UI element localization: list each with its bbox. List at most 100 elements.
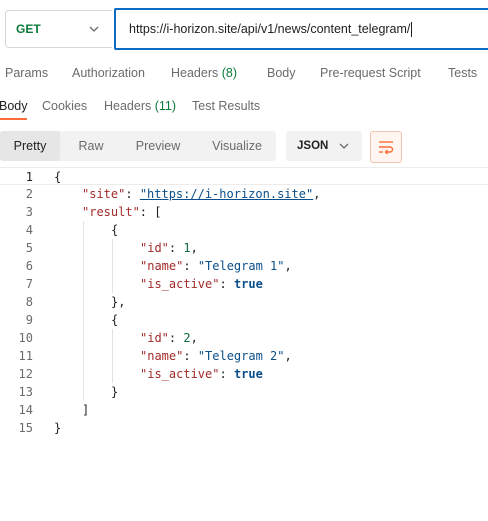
json-key: "is_active" bbox=[140, 367, 220, 381]
json-number: 1 bbox=[183, 241, 191, 255]
code-text: { bbox=[111, 221, 118, 239]
code-text: "site": "https://i-horizon.site", bbox=[82, 185, 320, 203]
json-punctuation: : bbox=[168, 331, 184, 345]
line-number: 1 bbox=[25, 170, 33, 184]
format-select[interactable]: JSON bbox=[286, 131, 362, 161]
code-text: "name": "Telegram 1", bbox=[140, 257, 292, 275]
indent-guide bbox=[112, 329, 113, 383]
active-tab-indicator bbox=[0, 118, 27, 120]
view-raw-button[interactable]: Raw bbox=[62, 131, 120, 161]
code-text: { bbox=[111, 311, 118, 329]
json-punctuation: { bbox=[54, 170, 62, 184]
code-line: 2 "site": "https://i-horizon.site", bbox=[0, 185, 488, 203]
json-punctuation: { bbox=[111, 313, 119, 327]
code-text: "is_active": true bbox=[140, 365, 263, 383]
method-select[interactable]: GET bbox=[5, 10, 112, 48]
method-label: GET bbox=[16, 22, 41, 36]
json-key: "id" bbox=[140, 331, 169, 345]
chevron-down-icon bbox=[339, 143, 349, 149]
view-visualize-button[interactable]: Visualize bbox=[198, 131, 276, 161]
code-line: 3 "result": [ bbox=[0, 203, 488, 221]
tab-test-results[interactable]: Test Results bbox=[192, 99, 260, 113]
json-punctuation: : bbox=[168, 241, 184, 255]
code-text: }, bbox=[111, 293, 125, 311]
json-punctuation: : bbox=[219, 367, 234, 381]
tab-params[interactable]: Params bbox=[5, 66, 48, 80]
line-number: 5 bbox=[25, 241, 33, 255]
json-string: "Telegram 1" bbox=[197, 259, 285, 273]
response-headers-count: (11) bbox=[154, 99, 177, 113]
line-number: 10 bbox=[18, 331, 33, 345]
json-number: 2 bbox=[183, 331, 191, 345]
json-punctuation: } bbox=[54, 421, 62, 435]
code-text: } bbox=[54, 419, 61, 437]
wrap-lines-button[interactable] bbox=[370, 131, 402, 163]
indent-guide bbox=[112, 239, 113, 293]
json-punctuation: : bbox=[219, 277, 234, 291]
indent-guide bbox=[83, 221, 84, 401]
json-key: "is_active" bbox=[140, 277, 220, 291]
tab-tests[interactable]: Tests bbox=[448, 66, 477, 80]
code-line: 13} bbox=[0, 383, 488, 401]
code-line: 10 "id": 2, bbox=[0, 329, 488, 347]
code-line: 14] bbox=[0, 401, 488, 419]
format-label: JSON bbox=[297, 140, 329, 152]
json-punctuation: : bbox=[183, 259, 198, 273]
json-punctuation: } bbox=[111, 385, 119, 399]
tab-cookies[interactable]: Cookies bbox=[42, 99, 87, 113]
code-line: 7 "is_active": true bbox=[0, 275, 488, 293]
line-number: 15 bbox=[18, 421, 33, 435]
tab-pre-request-script[interactable]: Pre-request Script bbox=[320, 66, 421, 80]
json-punctuation: , bbox=[313, 187, 321, 201]
json-punctuation: : bbox=[183, 349, 198, 363]
line-number: 4 bbox=[25, 223, 33, 237]
code-line: 11 "name": "Telegram 2", bbox=[0, 347, 488, 365]
line-number: 9 bbox=[25, 313, 33, 327]
view-mode-group: Pretty Raw Preview Visualize bbox=[0, 131, 276, 161]
code-text: { bbox=[54, 168, 61, 186]
url-text: https://i-horizon.site/api/v1/news/conte… bbox=[129, 22, 411, 36]
json-punctuation: : [ bbox=[139, 205, 162, 219]
url-input[interactable]: https://i-horizon.site/api/v1/news/conte… bbox=[114, 8, 488, 50]
code-text: "id": 2, bbox=[140, 329, 198, 347]
code-text: "result": [ bbox=[82, 203, 161, 221]
code-line: 1{ bbox=[0, 167, 488, 185]
line-number: 13 bbox=[18, 385, 33, 399]
tab-authorization[interactable]: Authorization bbox=[72, 66, 145, 80]
tab-response-headers[interactable]: Headers (11) bbox=[104, 99, 176, 113]
code-text: "id": 1, bbox=[140, 239, 198, 257]
code-line: 9{ bbox=[0, 311, 488, 329]
text-cursor bbox=[411, 21, 413, 37]
json-boolean: true bbox=[233, 367, 263, 381]
headers-count: (8) bbox=[221, 66, 238, 80]
json-punctuation: , bbox=[284, 349, 292, 363]
code-line: 8}, bbox=[0, 293, 488, 311]
tab-response-body[interactable]: Body bbox=[0, 99, 28, 113]
json-key: "name" bbox=[140, 259, 184, 273]
json-key: "site" bbox=[82, 187, 126, 201]
json-punctuation: , bbox=[190, 241, 198, 255]
json-punctuation: , bbox=[190, 331, 198, 345]
line-number: 6 bbox=[25, 259, 33, 273]
json-key: "id" bbox=[140, 241, 169, 255]
line-number: 8 bbox=[25, 295, 33, 309]
json-punctuation: , bbox=[284, 259, 292, 273]
tab-body[interactable]: Body bbox=[267, 66, 296, 80]
chevron-down-icon bbox=[89, 26, 99, 32]
json-punctuation: }, bbox=[111, 295, 126, 309]
line-number: 7 bbox=[25, 277, 33, 291]
json-boolean: true bbox=[233, 277, 263, 291]
tab-headers[interactable]: Headers (8) bbox=[171, 66, 237, 80]
code-text: ] bbox=[82, 401, 89, 419]
code-text: "is_active": true bbox=[140, 275, 263, 293]
view-preview-button[interactable]: Preview bbox=[122, 131, 194, 161]
json-string: "Telegram 2" bbox=[197, 349, 285, 363]
code-line: 5 "id": 1, bbox=[0, 239, 488, 257]
view-pretty-button[interactable]: Pretty bbox=[0, 131, 60, 161]
json-url-link[interactable]: "https://i-horizon.site" bbox=[140, 187, 313, 201]
code-line: 4{ bbox=[0, 221, 488, 239]
code-line: 15} bbox=[0, 419, 488, 437]
line-number: 12 bbox=[18, 367, 33, 381]
json-punctuation: ] bbox=[82, 403, 90, 417]
wrap-lines-icon bbox=[379, 141, 394, 155]
